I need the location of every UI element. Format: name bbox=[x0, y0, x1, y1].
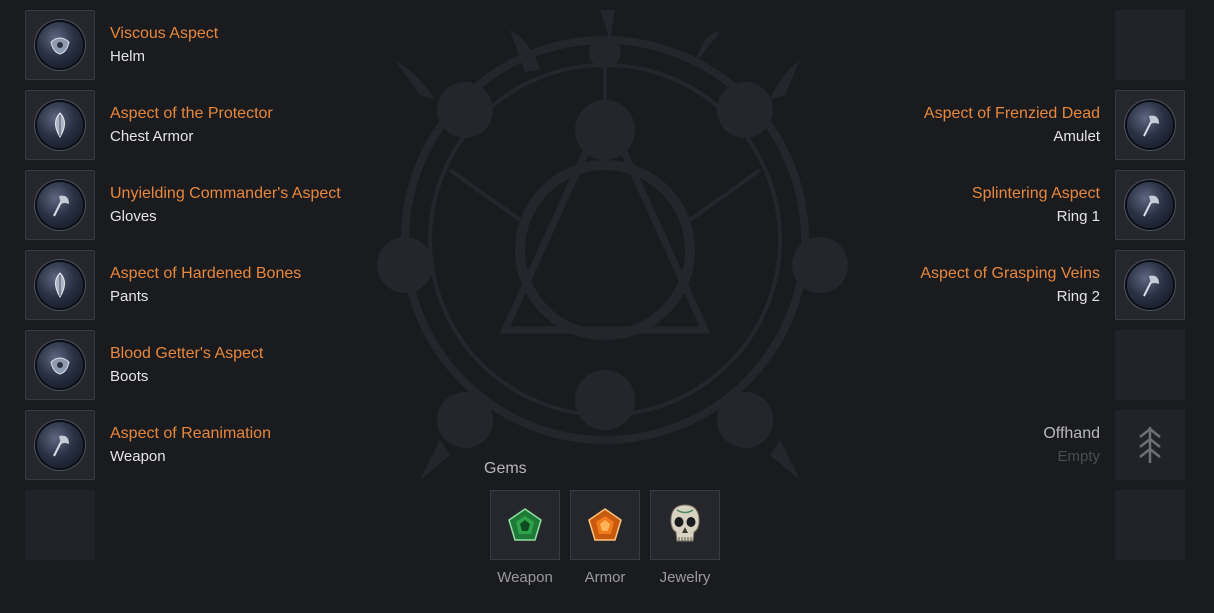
pants-slot[interactable] bbox=[25, 250, 95, 320]
gems-title: Gems bbox=[484, 460, 527, 477]
ring-1-aspect-name: Splintering Aspect bbox=[971, 185, 1100, 202]
empty-slot[interactable] bbox=[1115, 490, 1185, 560]
offhand-slot-label: Offhand bbox=[1043, 425, 1100, 442]
armor-gem-label: Armor bbox=[584, 569, 626, 586]
axe-orb-icon bbox=[37, 182, 83, 228]
offhand-slot[interactable] bbox=[1115, 410, 1185, 480]
helm-aspect-name: Viscous Aspect bbox=[110, 25, 219, 42]
gloves-slot[interactable] bbox=[25, 170, 95, 240]
empty-slot[interactable] bbox=[1115, 10, 1185, 80]
axe-orb-icon bbox=[1127, 102, 1173, 148]
jewelry-gem-slot[interactable] bbox=[650, 490, 720, 560]
axe-orb-icon bbox=[1127, 182, 1173, 228]
helm-slot[interactable] bbox=[25, 10, 95, 80]
rune-tree-icon bbox=[1139, 427, 1161, 463]
amulet-slot[interactable] bbox=[1115, 90, 1185, 160]
weapon-gem-slot[interactable] bbox=[490, 490, 560, 560]
amulet-slot-label: Amulet bbox=[1053, 128, 1100, 145]
armor-gem-slot[interactable] bbox=[570, 490, 640, 560]
feather-orb-icon bbox=[37, 102, 83, 148]
chest-armor-aspect-name: Aspect of the Protector bbox=[110, 105, 273, 122]
boots-slot-label: Boots bbox=[110, 368, 149, 385]
offhand-empty-label: Empty bbox=[1057, 448, 1100, 465]
pants-aspect-name: Aspect of Hardened Bones bbox=[110, 265, 302, 282]
topaz-icon bbox=[588, 508, 622, 541]
ring-2-aspect-name: Aspect of Grasping Veins bbox=[920, 265, 1100, 282]
gloves-aspect-name: Unyielding Commander's Aspect bbox=[110, 185, 341, 202]
empty-slot[interactable] bbox=[25, 490, 95, 560]
background-sigil-icon bbox=[377, 10, 848, 480]
axe-orb-icon bbox=[37, 422, 83, 468]
amulet-aspect-name: Aspect of Frenzied Dead bbox=[923, 105, 1100, 122]
empty-slot[interactable] bbox=[1115, 330, 1185, 400]
pants-slot-label: Pants bbox=[110, 288, 149, 305]
weapon-gem-label: Weapon bbox=[497, 569, 553, 586]
axe-orb-icon bbox=[1127, 262, 1173, 308]
weapon-slot[interactable] bbox=[25, 410, 95, 480]
shield-orb-icon bbox=[37, 342, 83, 388]
ring-2-slot-label: Ring 2 bbox=[1056, 288, 1100, 305]
shield-orb-icon bbox=[37, 22, 83, 68]
helm-slot-label: Helm bbox=[110, 48, 146, 65]
gloves-slot-label: Gloves bbox=[110, 208, 157, 225]
ring-2-slot[interactable] bbox=[1115, 250, 1185, 320]
weapon-slot-label: Weapon bbox=[110, 448, 166, 465]
emerald-icon bbox=[508, 508, 542, 541]
boots-slot[interactable] bbox=[25, 330, 95, 400]
feather-orb-icon bbox=[37, 262, 83, 308]
chest-armor-slot[interactable] bbox=[25, 90, 95, 160]
jewelry-gem-label: Jewelry bbox=[659, 569, 711, 586]
ring-1-slot[interactable] bbox=[1115, 170, 1185, 240]
skull-icon bbox=[670, 504, 700, 542]
ring-1-slot-label: Ring 1 bbox=[1056, 208, 1100, 225]
boots-aspect-name: Blood Getter's Aspect bbox=[110, 345, 264, 362]
chest-armor-slot-label: Chest Armor bbox=[110, 128, 194, 145]
weapon-aspect-name: Aspect of Reanimation bbox=[110, 425, 271, 442]
